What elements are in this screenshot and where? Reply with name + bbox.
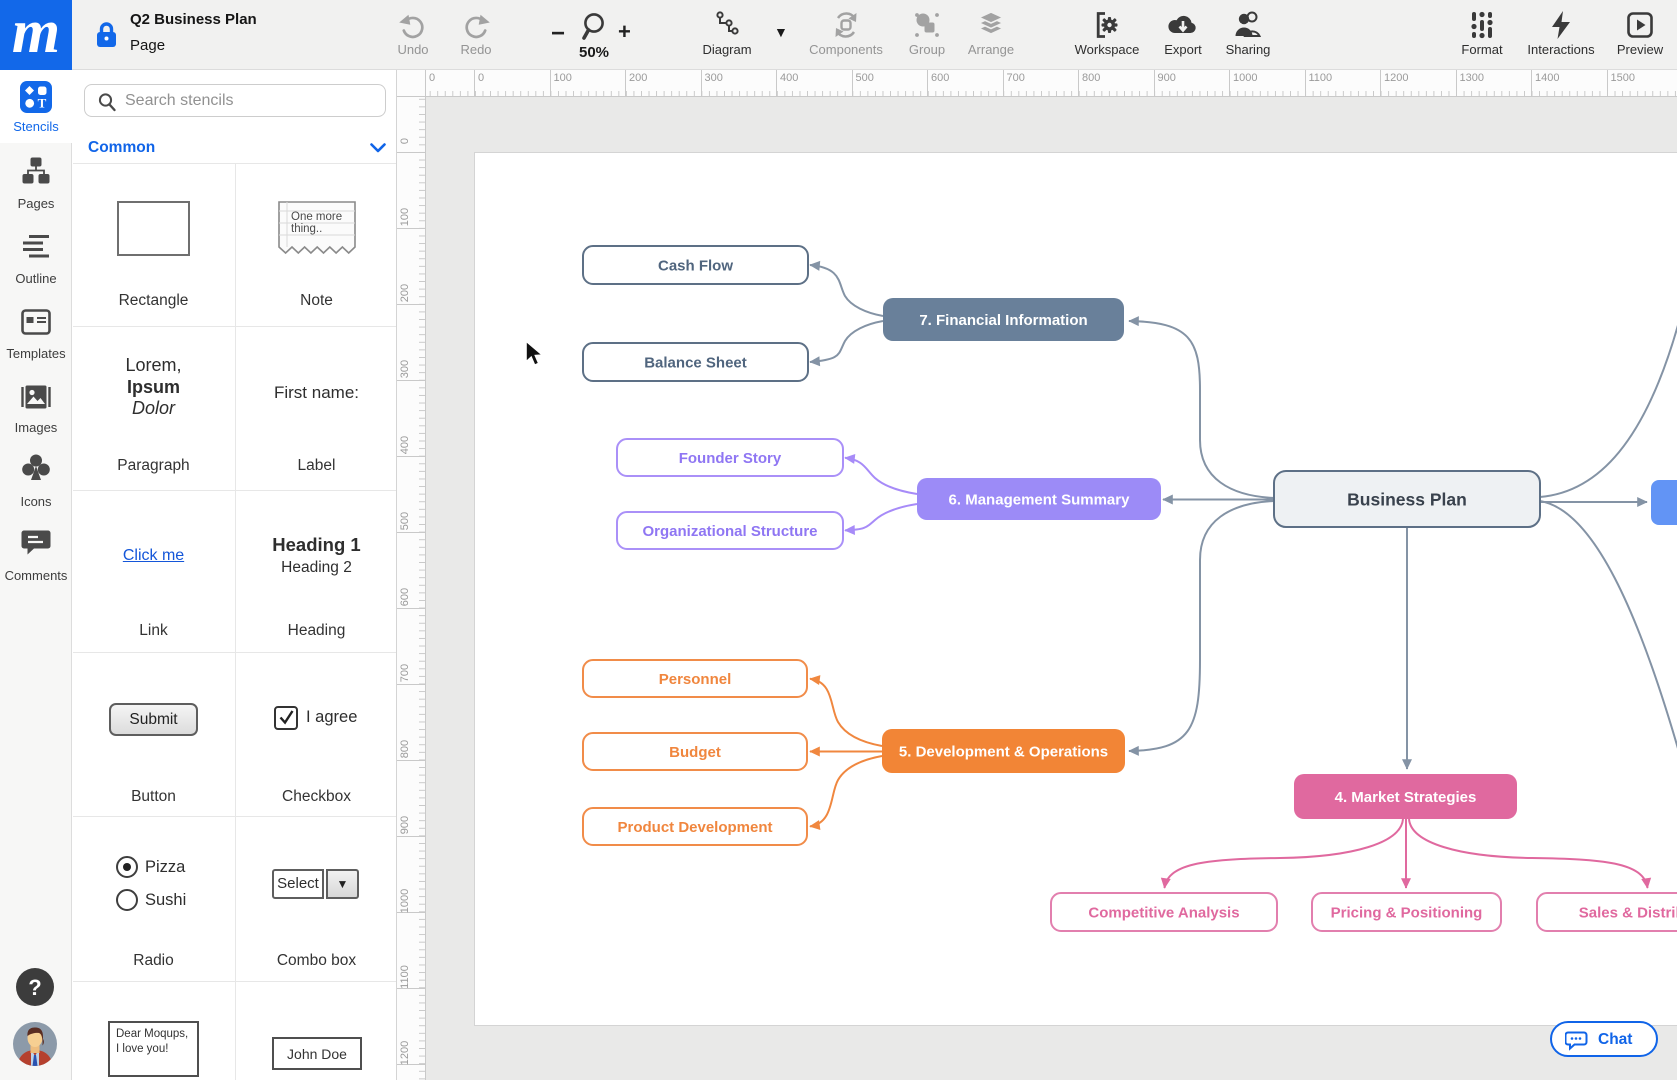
svg-text:5. Development & Operations: 5. Development & Operations [899, 743, 1108, 760]
svg-text:T: T [38, 96, 47, 111]
svg-text:Personnel: Personnel [659, 671, 732, 688]
svg-text:6. Management Summary: 6. Management Summary [949, 491, 1131, 508]
svg-text:Budget: Budget [669, 744, 721, 761]
svg-text:Pricing & Positioning: Pricing & Positioning [1331, 904, 1483, 921]
svg-text:Organizational Structure: Organizational Structure [642, 523, 817, 540]
svg-text:4. Market Strategies: 4. Market Strategies [1335, 789, 1477, 806]
svg-text:7. Financial Information: 7. Financial Information [919, 312, 1087, 329]
svg-text:?: ? [28, 975, 41, 1000]
svg-text:Cash Flow: Cash Flow [658, 257, 733, 274]
svg-text:Product Development: Product Development [617, 819, 772, 836]
svg-text:Competitive Analysis: Competitive Analysis [1088, 904, 1239, 921]
svg-text:One more: One more [291, 211, 342, 223]
svg-text:thing..: thing.. [291, 223, 322, 235]
svg-text:Sales & Distribution: Sales & Distribution [1579, 904, 1677, 921]
svg-text:Business Plan: Business Plan [1347, 489, 1467, 509]
svg-text:Balance Sheet: Balance Sheet [644, 354, 747, 371]
svg-text:Founder Story: Founder Story [679, 450, 782, 467]
